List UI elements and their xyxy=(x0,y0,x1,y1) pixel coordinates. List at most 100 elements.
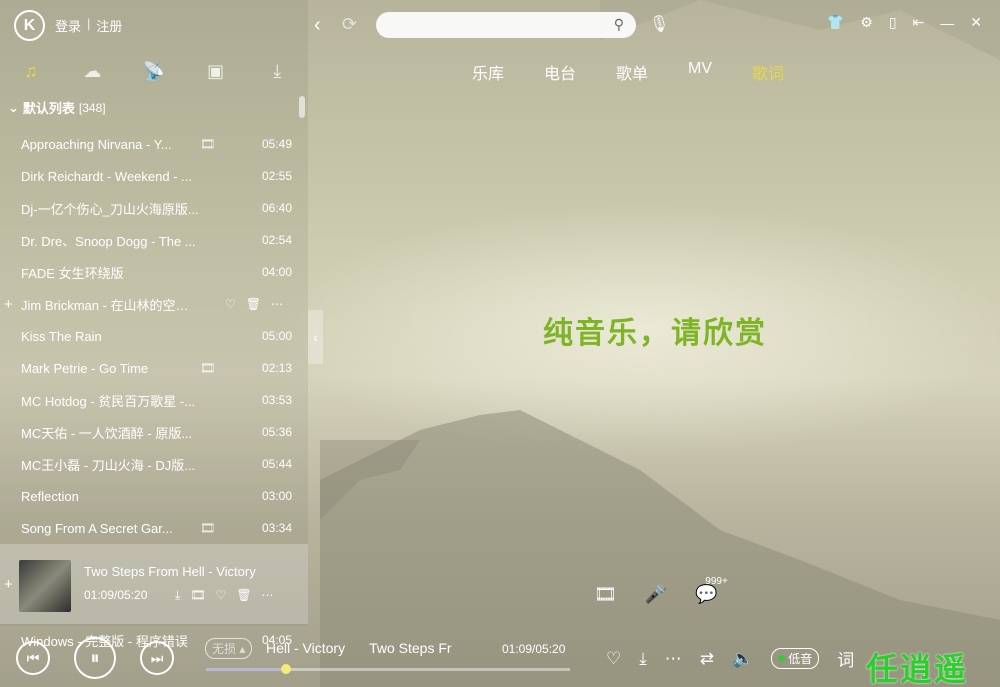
song-row[interactable]: Mark Petrie - Go Time 🎞 02:13 xyxy=(0,352,308,384)
sound-effect-button[interactable]: 低音 xyxy=(771,648,820,669)
login-link[interactable]: 登录 xyxy=(55,16,81,35)
settings-gear-icon[interactable]: ⚙ xyxy=(860,14,873,31)
song-title: MC天佑 - 一人饮酒醉 - 原版... xyxy=(21,425,193,441)
mini-mode-icon[interactable]: ▯ xyxy=(889,14,897,31)
progress-knob[interactable] xyxy=(281,664,292,674)
search-icon[interactable]: ⚲ xyxy=(614,16,624,33)
song-duration: 04:00 xyxy=(262,265,293,279)
song-row[interactable]: FADE 女生环绕版 04:00 xyxy=(0,256,308,288)
search-input[interactable] xyxy=(376,12,596,38)
next-button[interactable]: ⏭ xyxy=(140,641,174,675)
lyric-toolbar: 🎞 🎤 💬 999+ xyxy=(594,576,728,605)
song-row[interactable]: Approaching Nirvana - Y... 🎞 05:49 xyxy=(0,128,308,160)
comments-icon[interactable]: 💬 999+ xyxy=(695,576,728,605)
song-title: Song From A Secret Gar... xyxy=(21,520,173,536)
song-duration: 06:40 xyxy=(262,201,293,215)
radio-icon[interactable]: 📡 xyxy=(139,61,169,82)
exit-icon[interactable]: ⇤ xyxy=(913,14,925,31)
playlist-header[interactable]: ⌄ 默认列表 [348] xyxy=(8,98,106,117)
song-duration: 05:44 xyxy=(262,457,293,471)
song-duration: 03:00 xyxy=(262,489,293,503)
song-list: Approaching Nirvana - Y... 🎞 05:49 Dirk Rei… xyxy=(0,128,308,656)
tab-2[interactable]: 歌单 xyxy=(616,60,648,84)
song-row[interactable]: MC Hotdog - 贫民百万歌星 -... 03:53 xyxy=(0,384,308,416)
more-icon[interactable]: ⋯ xyxy=(665,649,682,669)
music-note-icon[interactable]: ♫ xyxy=(16,61,46,82)
now-playing-row[interactable]: + Two Steps From Hell - Victory 01:09/05:2… xyxy=(0,544,308,624)
repeat-icon[interactable]: ⇄ xyxy=(700,649,714,669)
song-title: MC Hotdog - 贫民百万歌星 -... xyxy=(21,393,196,409)
song-title: MC王小磊 - 刀山火海 - DJ版... xyxy=(21,457,196,473)
tab-0[interactable]: 乐库 xyxy=(472,60,504,84)
song-row[interactable]: MC天佑 - 一人饮酒醉 - 原版... 05:36 xyxy=(0,416,308,448)
song-row[interactable]: MC王小磊 - 刀山火海 - DJ版... 05:44 xyxy=(0,448,308,480)
mv-icon[interactable]: 🎞 xyxy=(200,361,215,375)
skin-icon[interactable]: 👕 xyxy=(827,14,844,31)
playlist-scrollbar[interactable] xyxy=(299,96,305,118)
playback-time: 01:09/05:20 xyxy=(502,642,566,656)
downloaded-icon[interactable]: ⤓ xyxy=(175,588,180,603)
lyric-message: 纯音乐，请欣赏 xyxy=(543,317,767,350)
song-duration: 03:34 xyxy=(262,521,293,535)
watermark: 任逍遥 xyxy=(866,651,969,687)
category-tabs: ♫ ☁ 📡 ▣ ⤓ xyxy=(0,56,308,86)
song-row[interactable]: Song From A Secret Gar... 🎞 03:34 xyxy=(0,512,308,544)
auth-separator: | xyxy=(87,16,91,31)
delete-icon[interactable]: 🗑 xyxy=(236,588,251,603)
mv-icon[interactable]: 🎞 xyxy=(200,137,215,151)
lyric-toggle[interactable]: 词 xyxy=(837,646,854,671)
heart-icon[interactable]: ♡ xyxy=(606,649,621,669)
window-controls: 👕 ⚙ ▯ ⇤ — ✕ xyxy=(827,14,982,31)
microphone-icon[interactable]: 🎙 xyxy=(649,14,669,34)
song-title: Dj-一亿个伤心_刀山火海原版... xyxy=(21,201,199,217)
main-tabs: 乐库 电台 歌单 MV 歌词 xyxy=(472,60,784,84)
chevron-down-icon: ⌄ xyxy=(8,99,19,115)
playback-controls: ⏮ ⏸ ⏭ xyxy=(16,637,174,679)
song-row[interactable]: Dr. Dre、Snoop Dogg - The ... 02:54 xyxy=(0,224,308,256)
now-playing-title: Two Steps From Hell - Victory xyxy=(84,564,256,579)
song-row[interactable]: Dj-一亿个伤心_刀山火海原版... 06:40 xyxy=(0,192,308,224)
close-icon[interactable]: ✕ xyxy=(970,14,982,31)
user-area: K 登录 | 注册 xyxy=(14,10,122,41)
song-title: Dr. Dre、Snoop Dogg - The ... xyxy=(21,233,196,249)
song-title: Mark Petrie - Go Time xyxy=(21,360,149,376)
pause-button[interactable]: ⏸ xyxy=(74,637,116,679)
add-icon[interactable]: + xyxy=(4,576,13,593)
song-title: Reflection xyxy=(21,488,79,504)
song-duration: 05:49 xyxy=(262,137,293,151)
download-icon[interactable]: ⤓ xyxy=(262,61,292,82)
quality-badge[interactable]: 无损 ▴ xyxy=(205,638,253,659)
download-icon[interactable]: ⤓ xyxy=(639,649,647,669)
song-duration: 05:36 xyxy=(262,425,293,439)
volume-icon[interactable]: 🔈 xyxy=(732,649,753,669)
progress-bar[interactable] xyxy=(206,664,570,674)
more-icon[interactable]: ⋯ xyxy=(262,588,274,603)
back-arrow-icon[interactable]: ‹ xyxy=(314,14,321,37)
song-row[interactable]: Dirk Reichardt - Weekend - ... 02:55 xyxy=(0,160,308,192)
player-right-controls: ♡ ⤓ ⋯ ⇄ 🔈 低音 词 xyxy=(606,646,854,671)
now-playing-marquee: Hell - Victory Two Steps Fr xyxy=(266,640,452,656)
song-duration: 02:13 xyxy=(262,361,293,375)
playlist-count: [348] xyxy=(78,100,106,115)
refresh-icon[interactable]: ⟳ xyxy=(342,14,357,35)
mv-film-icon[interactable]: 🎞 xyxy=(594,584,617,605)
playlist-name: 默认列表 xyxy=(22,101,75,116)
tab-3[interactable]: MV xyxy=(688,60,712,84)
comment-count: 999+ xyxy=(705,576,728,587)
tab-4[interactable]: 歌词 xyxy=(752,60,784,84)
heart-icon[interactable]: ♡ xyxy=(216,588,227,603)
progress-fill xyxy=(206,668,287,671)
cloud-icon[interactable]: ☁ xyxy=(77,61,107,82)
tab-1[interactable]: 电台 xyxy=(544,60,576,84)
song-title: Approaching Nirvana - Y... xyxy=(21,136,172,152)
mv-icon[interactable]: 🎞 xyxy=(190,588,205,603)
song-row[interactable]: Reflection 03:00 xyxy=(0,480,308,512)
kugou-logo-icon[interactable]: K xyxy=(14,10,45,41)
register-link[interactable]: 注册 xyxy=(96,16,122,35)
minimize-icon[interactable]: — xyxy=(940,15,954,31)
album-cover xyxy=(19,560,71,612)
device-icon[interactable]: ▣ xyxy=(201,61,231,82)
previous-button[interactable]: ⏮ xyxy=(16,641,50,675)
karaoke-mic-icon[interactable]: 🎤 xyxy=(645,584,667,605)
mv-icon[interactable]: 🎞 xyxy=(200,521,215,535)
